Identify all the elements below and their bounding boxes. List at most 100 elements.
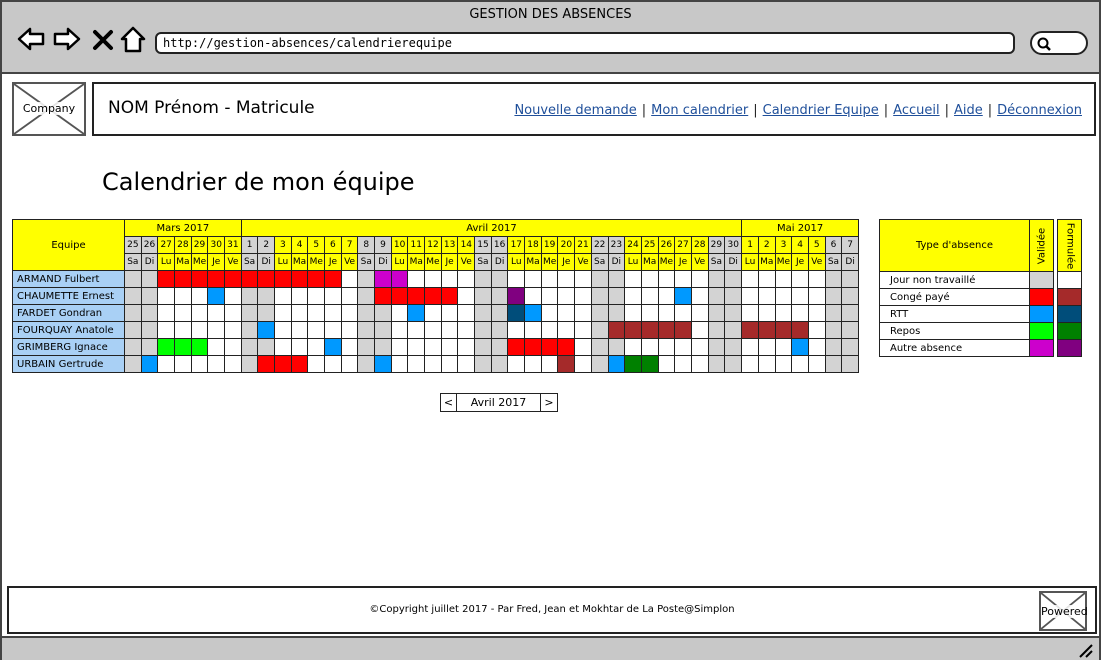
weekday-cell: Di	[257, 253, 276, 271]
absence-cell[interactable]	[674, 321, 692, 339]
day-cell	[707, 321, 726, 339]
day-cell	[741, 287, 759, 305]
day-cell	[140, 338, 159, 356]
absence-cell[interactable]	[674, 287, 692, 305]
nav-link-deconnexion[interactable]: Déconnexion	[997, 103, 1082, 118]
absence-cell[interactable]	[240, 270, 259, 288]
absence-cell[interactable]	[290, 270, 309, 288]
nav-link-mon-calendrier[interactable]: Mon calendrier	[651, 103, 748, 118]
day-number-cell: 29	[190, 236, 209, 254]
absence-cell[interactable]	[741, 321, 759, 339]
absence-cell[interactable]	[407, 304, 426, 322]
day-cell	[507, 321, 526, 339]
nav-link-calendrier-equipe[interactable]: Calendrier Equipe	[763, 103, 879, 118]
absence-cell[interactable]	[390, 287, 409, 305]
absence-cell[interactable]	[507, 338, 526, 356]
absence-cell[interactable]	[390, 270, 409, 288]
absence-cell[interactable]	[424, 287, 442, 305]
day-cell	[607, 287, 626, 305]
legend-row: Autre absence	[879, 339, 1082, 357]
absence-cell[interactable]	[657, 321, 676, 339]
absence-cell[interactable]	[524, 304, 542, 322]
day-cell	[624, 287, 642, 305]
day-cell	[524, 355, 542, 373]
home-icon[interactable]	[118, 24, 148, 54]
weekday-cell: Sa	[124, 253, 142, 271]
day-cell	[807, 270, 826, 288]
absence-cell[interactable]	[374, 355, 392, 373]
absence-cell[interactable]	[157, 338, 176, 356]
nav-link-accueil[interactable]: Accueil	[893, 103, 939, 118]
day-cell	[390, 355, 409, 373]
close-icon[interactable]	[90, 24, 116, 54]
weekday-cell: Lu	[624, 253, 642, 271]
absence-cell[interactable]	[174, 338, 192, 356]
absence-cell[interactable]	[774, 321, 793, 339]
absence-cell[interactable]	[274, 355, 292, 373]
absence-cell[interactable]	[324, 338, 342, 356]
absence-cell[interactable]	[324, 270, 342, 288]
absence-cell[interactable]	[374, 287, 392, 305]
absence-cell[interactable]	[640, 321, 659, 339]
absence-cell[interactable]	[791, 338, 809, 356]
absence-cell[interactable]	[440, 287, 459, 305]
absence-cell[interactable]	[374, 270, 392, 288]
absence-cell[interactable]	[557, 355, 576, 373]
absence-cell[interactable]	[791, 321, 809, 339]
absence-cell[interactable]	[507, 304, 526, 322]
browser-search-box[interactable]	[1030, 31, 1088, 55]
next-month-button[interactable]: >	[541, 394, 557, 411]
absence-cell[interactable]	[157, 270, 176, 288]
day-cell	[457, 287, 476, 305]
day-cell	[640, 338, 659, 356]
day-cell	[774, 304, 793, 322]
legend-formulated-swatch	[1057, 271, 1082, 289]
day-cell	[407, 270, 426, 288]
day-cell	[574, 355, 592, 373]
absence-cell[interactable]	[624, 321, 642, 339]
absence-cell[interactable]	[540, 338, 559, 356]
day-cell	[357, 338, 376, 356]
absence-cell[interactable]	[624, 355, 642, 373]
weekday-cell: Sa	[707, 253, 726, 271]
absence-cell[interactable]	[524, 338, 542, 356]
day-cell	[307, 304, 326, 322]
absence-cell[interactable]	[274, 270, 292, 288]
absence-cell[interactable]	[290, 355, 309, 373]
absence-cell[interactable]	[607, 321, 626, 339]
absence-cell[interactable]	[140, 355, 159, 373]
day-number-cell: 4	[290, 236, 309, 254]
day-cell	[574, 304, 592, 322]
absence-cell[interactable]	[407, 287, 426, 305]
absence-cell[interactable]	[207, 270, 226, 288]
back-arrow-icon[interactable]	[16, 24, 46, 54]
absence-cell[interactable]	[757, 321, 776, 339]
nav-link-nouvelle-demande[interactable]: Nouvelle demande	[514, 103, 636, 118]
previous-month-button[interactable]: <	[441, 394, 457, 411]
absence-cell[interactable]	[207, 287, 226, 305]
resize-grip-icon[interactable]	[1077, 642, 1093, 658]
absence-cell[interactable]	[507, 287, 526, 305]
absence-cell[interactable]	[190, 338, 209, 356]
absence-cell[interactable]	[257, 321, 276, 339]
legend-row: Jour non travaillé	[879, 271, 1082, 289]
absence-cell[interactable]	[257, 355, 276, 373]
weekday-cell: Ma	[757, 253, 776, 271]
day-cell	[774, 338, 793, 356]
absence-cell[interactable]	[174, 270, 192, 288]
day-cell	[240, 355, 259, 373]
absence-cell[interactable]	[224, 270, 242, 288]
address-bar[interactable]: http://gestion-absences/calendrierequipe	[155, 32, 1015, 54]
absence-cell[interactable]	[607, 355, 626, 373]
day-number-cell: 11	[407, 236, 426, 254]
absence-cell[interactable]	[307, 270, 326, 288]
day-cell	[357, 355, 376, 373]
absence-cell[interactable]	[257, 270, 276, 288]
forward-arrow-icon[interactable]	[52, 24, 82, 54]
day-cell	[257, 338, 276, 356]
absence-cell[interactable]	[190, 270, 209, 288]
weekday-cell: Me	[424, 253, 442, 271]
nav-link-aide[interactable]: Aide	[954, 103, 983, 118]
absence-cell[interactable]	[640, 355, 659, 373]
absence-cell[interactable]	[557, 338, 576, 356]
